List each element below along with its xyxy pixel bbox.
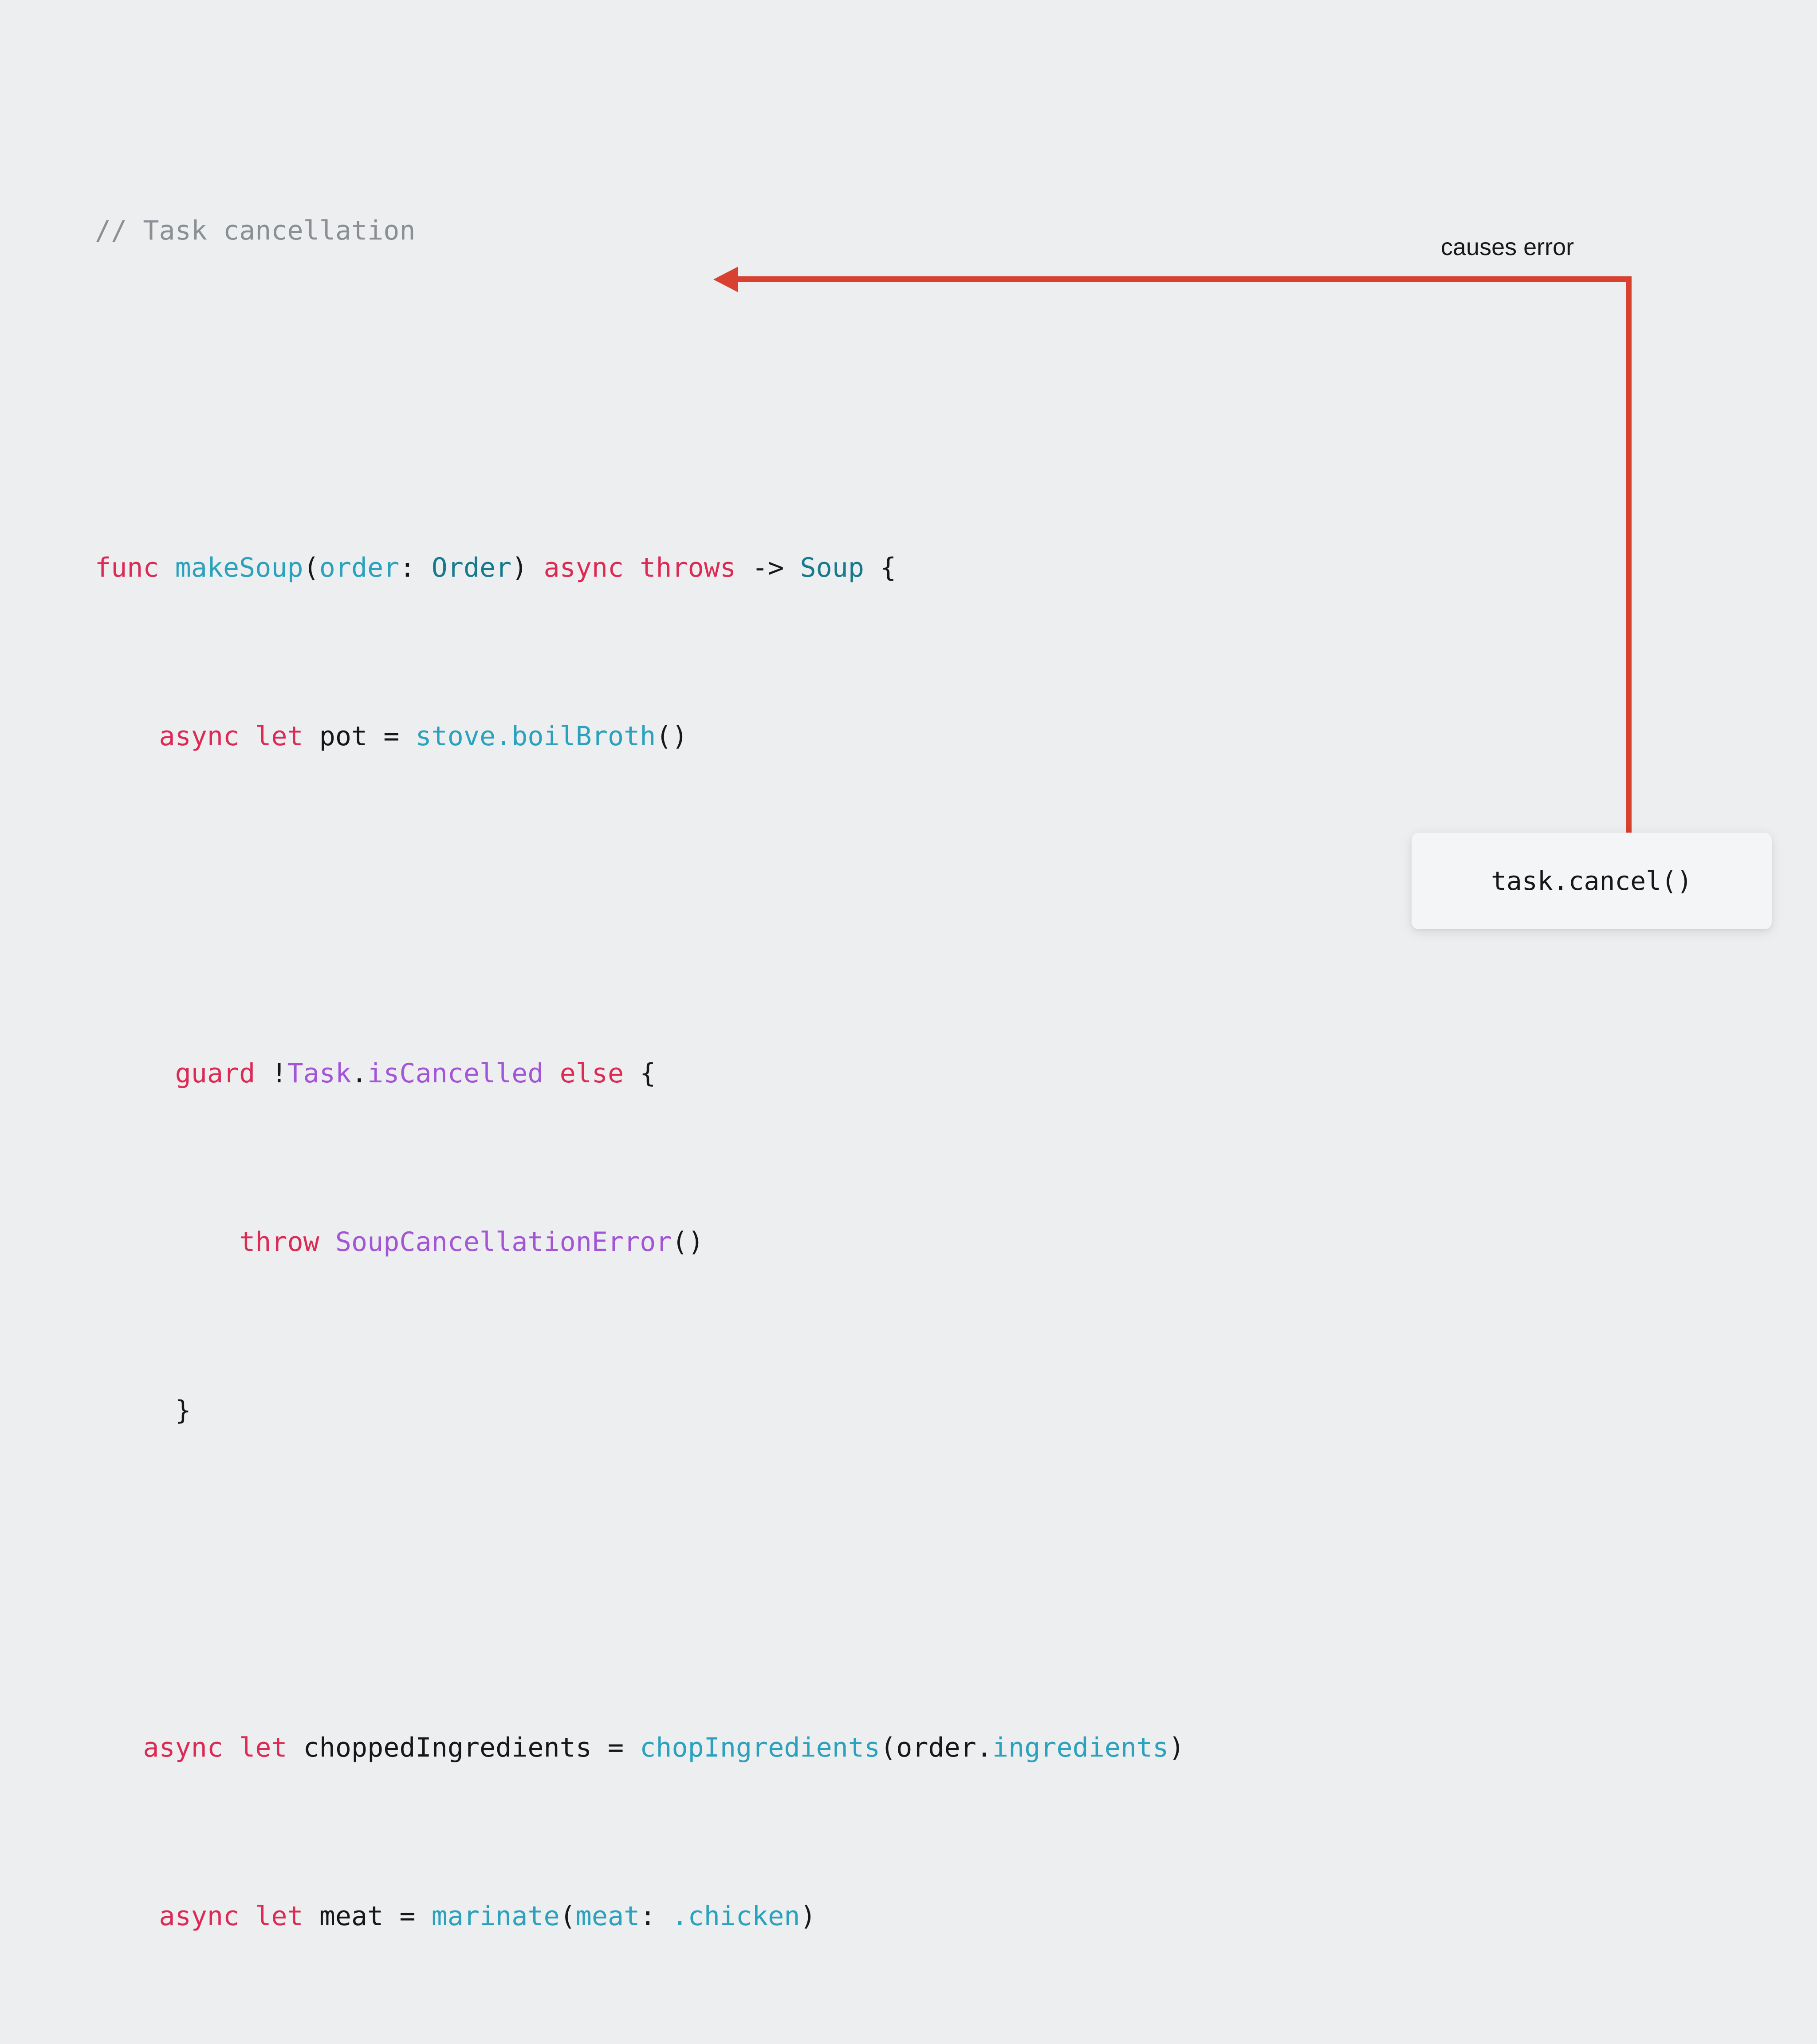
token-call-boilbroth: boilBroth	[511, 721, 656, 752]
token-keyword-async-3: async	[143, 1732, 223, 1763]
code-line-guard: guard !Task.isCancelled else {	[95, 1053, 1329, 1095]
token-brace-open-2: {	[640, 1058, 656, 1089]
token-paren-close: )	[511, 552, 528, 583]
token-equals-3: =	[399, 1901, 416, 1932]
token-dot-1: .	[496, 721, 512, 752]
code-line-throw: throw SoupCancellationError()	[95, 1221, 1329, 1263]
slide-canvas: // Task cancellation func makeSoup(order…	[0, 0, 1817, 1932]
token-type-order: Order	[431, 552, 512, 583]
token-parens-2: ()	[672, 1226, 704, 1258]
token-dot-2: .	[351, 1058, 368, 1089]
token-keyword-async-4: async	[159, 1901, 240, 1932]
token-call-chopingredients: chopIngredients	[640, 1732, 881, 1763]
code-line-close-guard: }	[95, 1390, 1329, 1432]
token-keyword-guard: guard	[175, 1058, 256, 1089]
token-keyword-throws: throws	[640, 552, 736, 583]
token-keyword-async-2: async	[159, 721, 240, 752]
code-line-marinate-meat: async let meat = marinate(meat: .chicken…	[95, 1895, 1329, 1938]
token-case-chicken: .chicken	[672, 1901, 800, 1932]
token-keyword-let-3: let	[255, 1901, 303, 1932]
token-error-soupcancellationerror: SoupCancellationError	[335, 1226, 672, 1258]
token-param-label-order: order	[319, 552, 400, 583]
code-line-blank-3	[95, 1558, 1329, 1600]
token-object-order: order	[896, 1732, 976, 1763]
token-call-marinate: marinate	[431, 1901, 560, 1932]
code-comment: // Task cancellation	[95, 215, 416, 246]
task-cancel-card: task.cancel()	[1412, 833, 1772, 929]
token-var-pot: pot	[319, 721, 368, 752]
connector-vertical-line	[1626, 276, 1632, 833]
token-parens-1: ()	[656, 721, 688, 752]
token-paren-close-3: )	[800, 1901, 816, 1932]
code-line-chopped-ingredients: async let choppedIngredients = chopIngre…	[95, 1727, 1329, 1769]
code-line-func-signature: func makeSoup(order: Order) async throws…	[95, 547, 1329, 589]
arrow-head-icon	[713, 267, 738, 292]
token-keyword-else: else	[559, 1058, 624, 1089]
token-paren-close-2: )	[1168, 1732, 1185, 1763]
token-prop-iscancelled: isCancelled	[367, 1058, 544, 1089]
token-bang: !	[271, 1058, 287, 1089]
connector-horizontal-line	[736, 276, 1632, 282]
token-keyword-let: let	[255, 721, 303, 752]
token-dot-3: .	[976, 1732, 992, 1763]
token-type-soup-return: Soup	[800, 552, 864, 583]
task-cancel-label: task.cancel()	[1491, 866, 1692, 896]
token-colon: :	[399, 552, 432, 583]
code-line-async-let-pot: async let pot = stove.boilBroth()	[95, 715, 1329, 758]
token-brace-open: {	[880, 552, 897, 583]
token-keyword-throw: throw	[239, 1226, 319, 1258]
token-paren-open: (	[303, 552, 319, 583]
token-colon-2: :	[640, 1901, 672, 1932]
token-prop-ingredients: ingredients	[992, 1732, 1169, 1763]
code-line-comment: // Task cancellation	[95, 210, 1329, 252]
causes-error-label: causes error	[1441, 234, 1574, 260]
token-paren-open-3: (	[559, 1901, 576, 1932]
token-function-name-makesoup: makeSoup	[175, 552, 303, 583]
token-var-meat: meat	[319, 1901, 384, 1932]
token-keyword-func: func	[95, 552, 159, 583]
code-line-blank-2	[95, 884, 1329, 926]
token-object-stove: stove	[415, 721, 496, 752]
token-keyword-let-2: let	[239, 1732, 287, 1763]
token-label-meat: meat	[575, 1901, 640, 1932]
token-equals: =	[383, 721, 400, 752]
token-paren-open-2: (	[880, 1732, 897, 1763]
code-block: // Task cancellation func makeSoup(order…	[95, 83, 1329, 2044]
token-keyword-async: async	[543, 552, 624, 583]
token-arrow: ->	[752, 552, 784, 583]
token-type-task: Task	[287, 1058, 352, 1089]
token-equals-2: =	[607, 1732, 624, 1763]
code-line-blank-1	[95, 378, 1329, 421]
token-brace-close-1: }	[175, 1395, 191, 1426]
token-var-choppedingredients: choppedIngredients	[303, 1732, 592, 1763]
